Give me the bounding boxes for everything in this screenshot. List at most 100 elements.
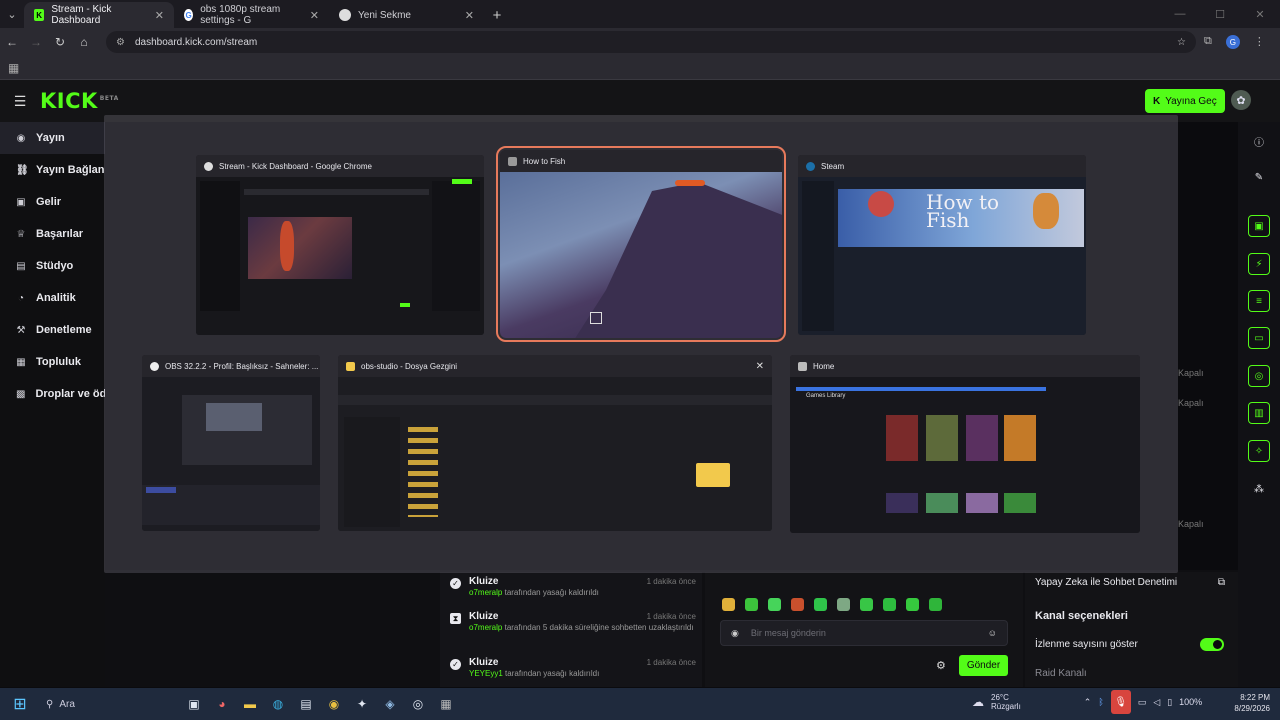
sidebar-item-achievements[interactable]: ♕ Başarılar xyxy=(0,218,105,250)
tab-new-tab[interactable]: Yeni Sekme ✕ xyxy=(329,2,484,28)
reload-icon[interactable]: ↻ xyxy=(48,35,72,49)
launcher-icon[interactable]: ✦ xyxy=(348,690,376,718)
forward-icon[interactable]: → xyxy=(24,35,48,49)
window-thumbnail-steam[interactable]: Steam How to Fish xyxy=(798,155,1086,335)
layout-icon[interactable]: ▥ xyxy=(1248,402,1270,424)
chat-settings-gear-icon[interactable]: ⚙ xyxy=(936,659,946,672)
show-views-toggle[interactable] xyxy=(1200,638,1224,651)
microphone-icon[interactable]: 🎙 xyxy=(1110,690,1131,714)
minimize-icon[interactable]: — xyxy=(1160,0,1200,28)
go-live-button[interactable]: K Yayına Geç xyxy=(1145,89,1225,113)
close-icon[interactable]: ✕ xyxy=(155,9,164,22)
emote-icon[interactable] xyxy=(837,598,850,611)
sidebar-item-stream-connect[interactable]: ⛓ Yayın Bağlan xyxy=(0,154,105,186)
send-button[interactable]: Gönder xyxy=(959,655,1008,676)
emote-icon[interactable] xyxy=(883,598,896,611)
sidebar-item-label: Yayın xyxy=(36,132,65,144)
maximize-icon[interactable]: ☐ xyxy=(1200,0,1240,28)
sidebar-item-analytics[interactable]: ◔ Analitik xyxy=(0,282,105,314)
close-icon[interactable]: ✕ xyxy=(465,9,474,22)
close-window-icon[interactable]: ✕ xyxy=(1240,0,1280,28)
close-icon[interactable]: ✕ xyxy=(310,9,319,22)
log-user[interactable]: Kluize xyxy=(469,576,498,588)
edit-icon[interactable]: ✎ xyxy=(1248,166,1270,188)
back-icon[interactable]: ← xyxy=(0,35,24,49)
ai-moderation-row[interactable]: Yapay Zeka ile Sohbet Denetimi ⧉ xyxy=(1035,577,1225,588)
list-icon[interactable]: ≡ xyxy=(1248,290,1270,312)
new-tab-button[interactable]: + xyxy=(484,2,510,28)
address-bar[interactable]: ⚙ dashboard.kick.com/stream ☆ xyxy=(106,31,1196,53)
sidebar-item-community[interactable]: ▦ Topluluk xyxy=(0,346,105,378)
home-icon[interactable]: ⌂ xyxy=(72,35,96,49)
menu-icon[interactable]: ⋮ xyxy=(1254,35,1265,49)
emote-icon[interactable] xyxy=(906,598,919,611)
kick-logo[interactable]: KICK BETA xyxy=(40,89,119,113)
windows-start-icon[interactable]: ⊞ xyxy=(0,694,40,714)
info-icon[interactable]: ⓘ xyxy=(1248,130,1270,152)
volume-icon[interactable]: ◁ xyxy=(1153,697,1160,708)
sidebar-item-drops[interactable]: ▩ Droplar ve öd xyxy=(0,378,105,410)
sidebar-item-studio[interactable]: ▤ Stüdyo xyxy=(0,250,105,282)
sidebar-item-moderation[interactable]: ⚒ Denetleme xyxy=(0,314,105,346)
emote-icon[interactable] xyxy=(768,598,781,611)
weather-widget[interactable]: 26°C Rüzgarlı xyxy=(991,693,1021,711)
task-view-icon[interactable]: ▣ xyxy=(180,690,208,718)
external-link-icon[interactable]: ⧉ xyxy=(1218,577,1225,588)
display-icon[interactable]: ▭ xyxy=(1138,697,1147,708)
chat-message-input[interactable]: ◉ Bir mesaj gönderin ☺ xyxy=(720,620,1008,646)
profile-avatar[interactable]: G xyxy=(1225,35,1240,49)
sidebar-item-stream[interactable]: ◉ Yayın xyxy=(0,122,105,154)
log-user[interactable]: Kluize xyxy=(469,657,498,669)
copilot-icon[interactable]: ◕ xyxy=(208,690,236,718)
obs-icon[interactable]: ◎ xyxy=(404,690,432,718)
extensions-icon[interactable]: ⧉ xyxy=(1204,35,1212,49)
taskbar-clock[interactable]: 8:22 PM 8/29/2026 xyxy=(1226,692,1270,714)
apps-grid-icon[interactable]: ▦ xyxy=(8,61,19,75)
battery-icon[interactable]: ▯ xyxy=(1167,697,1172,708)
hamburger-menu-icon[interactable]: ☰ xyxy=(0,93,40,110)
window-thumbnail-file-explorer[interactable]: obs-studio - Dosya Gezgini ✕ xyxy=(338,355,772,531)
site-info-icon[interactable]: ⚙ xyxy=(116,37,125,48)
bluetooth-icon[interactable]: ᛒ xyxy=(1098,697,1103,707)
close-window-icon[interactable]: ✕ xyxy=(756,361,764,372)
emote-icon[interactable] xyxy=(745,598,758,611)
emote-icon[interactable] xyxy=(860,598,873,611)
taskbar-search[interactable]: ⚲ Ara xyxy=(40,692,180,716)
video-icon[interactable]: ▣ xyxy=(1248,215,1270,237)
steam-icon[interactable]: ◈ xyxy=(376,690,404,718)
edge-icon[interactable]: ◍ xyxy=(264,690,292,718)
emote-icon[interactable] xyxy=(814,598,827,611)
tab-search-icon[interactable]: ⌄ xyxy=(0,0,24,28)
log-user[interactable]: Kluize xyxy=(469,611,498,623)
window-thumbnail-obs[interactable]: OBS 32.2.2 - Profil: Başlıksız - Sahnele… xyxy=(142,355,320,531)
tab-google-search[interactable]: G obs 1080p stream settings - G ✕ xyxy=(174,2,329,28)
log-actor[interactable]: YEYEyy1 xyxy=(469,669,503,678)
store-icon[interactable]: ▤ xyxy=(292,690,320,718)
bookmark-star-icon[interactable]: ☆ xyxy=(1177,37,1186,48)
window-controls: — ☐ ✕ xyxy=(1160,0,1280,28)
emote-icon[interactable] xyxy=(791,598,804,611)
chrome-icon[interactable]: ◉ xyxy=(320,690,348,718)
emote-icon[interactable] xyxy=(929,598,942,611)
chevron-up-icon[interactable]: ⌃ xyxy=(1084,697,1092,708)
game-icon[interactable]: ▦ xyxy=(432,690,460,718)
sidebar-item-revenue[interactable]: ▣ Gelir xyxy=(0,186,105,218)
emote-icon[interactable] xyxy=(722,598,735,611)
user-avatar[interactable]: ✿ xyxy=(1231,90,1251,110)
emoji-icon[interactable]: ☺ xyxy=(988,628,997,638)
analytics-icon: ◔ xyxy=(17,292,25,304)
lightning-icon[interactable]: ⚡ xyxy=(1248,253,1270,275)
wrench-icon[interactable]: ✧ xyxy=(1248,440,1270,462)
status-off-label: Kapalı xyxy=(1178,368,1204,378)
window-thumbnail-how-to-fish[interactable]: How to Fish xyxy=(496,146,786,342)
chat-icon[interactable]: ▭ xyxy=(1248,327,1270,349)
log-entry: ✓ Kluize 1 dakika önce o7meralp tarafından… xyxy=(450,576,696,598)
log-actor[interactable]: o7meralp xyxy=(469,623,502,632)
log-actor[interactable]: o7meralp xyxy=(469,588,502,597)
window-thumbnail-home[interactable]: Home Games Library xyxy=(790,355,1140,533)
window-thumbnail-chrome[interactable]: Stream - Kick Dashboard - Google Chrome xyxy=(196,155,484,335)
group-icon[interactable]: ⁂ xyxy=(1248,478,1270,500)
tab-kick-dashboard[interactable]: K Stream - Kick Dashboard ✕ xyxy=(24,2,174,28)
file-explorer-icon[interactable]: ▬ xyxy=(236,690,264,718)
target-icon[interactable]: ◎ xyxy=(1248,365,1270,387)
